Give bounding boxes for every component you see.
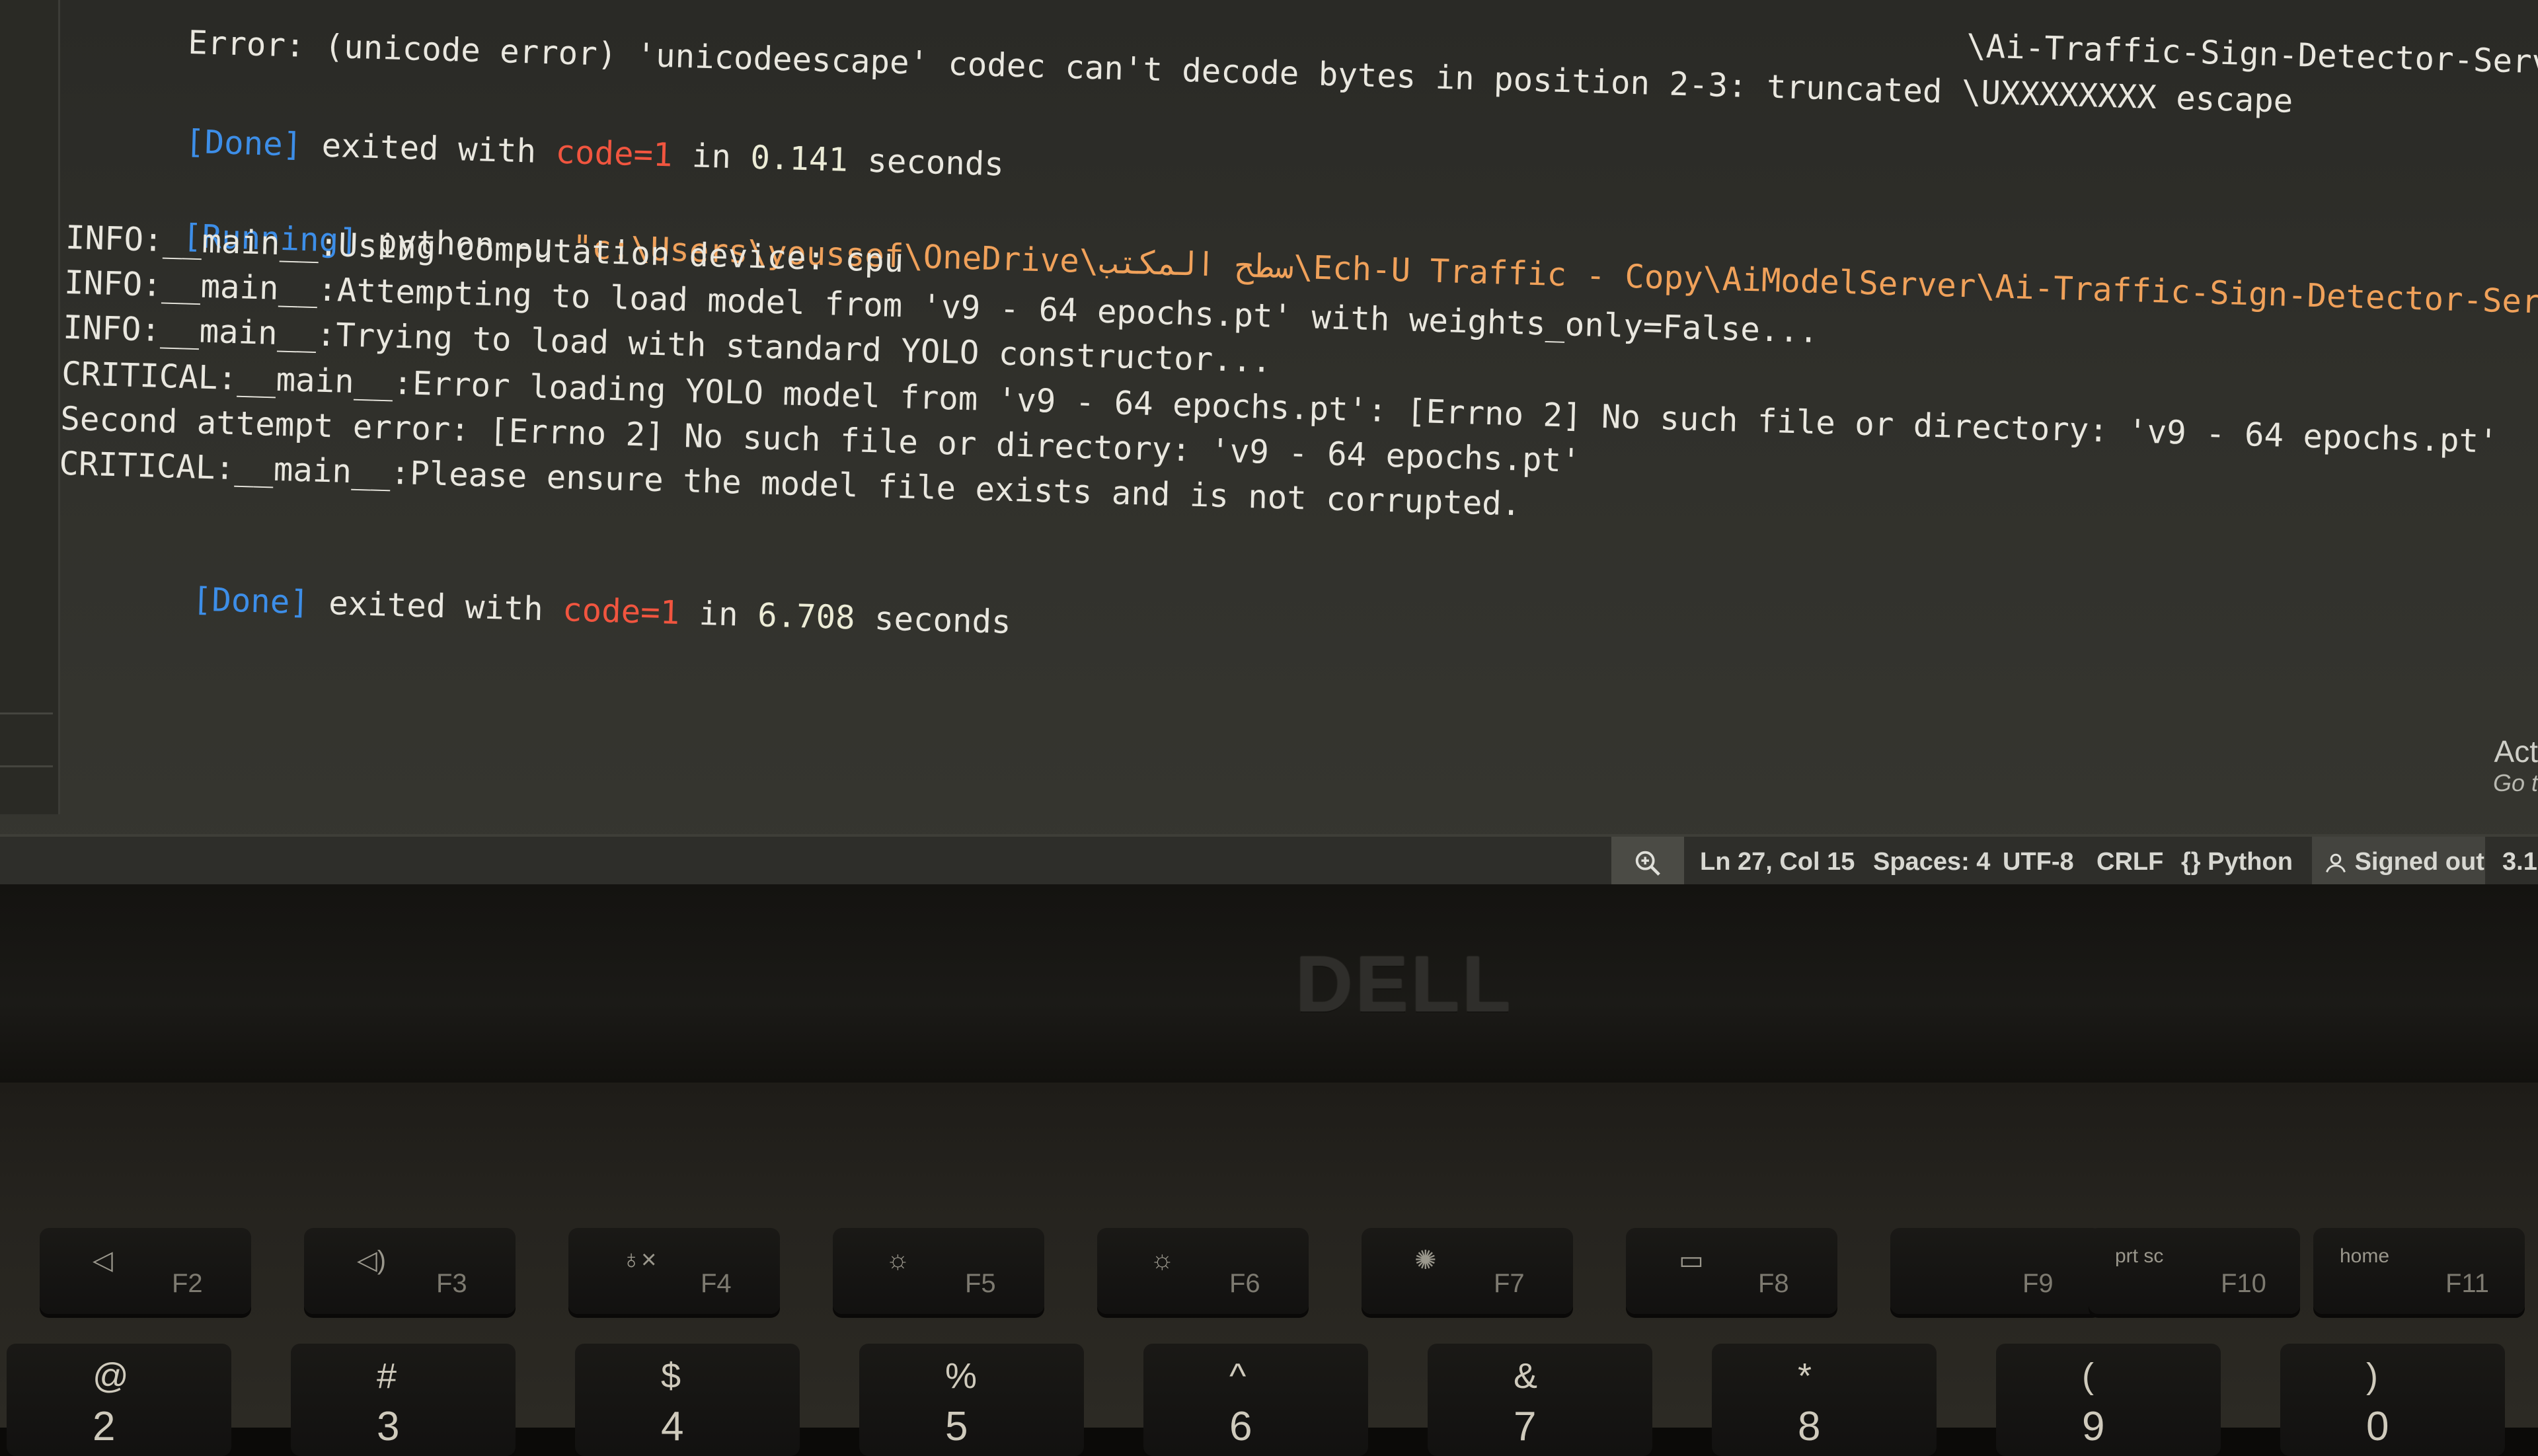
activity-gutter — [0, 0, 60, 814]
key-shift-label: ) — [2366, 1356, 2378, 1396]
key-label: F6 — [1229, 1269, 1260, 1298]
mic-mute-icon: ♁× — [621, 1245, 657, 1274]
gutter-divider — [0, 712, 53, 714]
key-f9[interactable]: F9 — [1890, 1228, 2102, 1314]
key-2[interactable]: @2 — [7, 1344, 231, 1456]
output-panel[interactable]: Error: (unicode error) 'unicodeescape' c… — [50, 0, 2538, 883]
key-shift-label: ^ — [1229, 1356, 1247, 1396]
key-f11[interactable]: home F11 — [2313, 1228, 2525, 1314]
key-shift-label: # — [377, 1356, 397, 1396]
laptop-bezel — [0, 884, 2538, 1083]
key-shift-label: ( — [2082, 1356, 2094, 1396]
key-f7[interactable]: ✺ F7 — [1362, 1228, 1573, 1314]
duration: 6.708 — [757, 596, 856, 637]
key-8[interactable]: * 8 — [1712, 1344, 1937, 1456]
line-ending[interactable]: CRLF — [2096, 837, 2163, 884]
key-label: 3 — [377, 1404, 400, 1449]
key-7[interactable]: & 7 — [1428, 1344, 1652, 1456]
key-f3[interactable]: ◁) F3 — [304, 1228, 516, 1314]
done-tag: [Done] — [184, 122, 303, 164]
done-text: exited with — [309, 584, 564, 629]
key-label: 2 — [93, 1404, 116, 1449]
key-label: 9 — [2082, 1404, 2105, 1449]
exit-code: code=1 — [562, 591, 680, 632]
encoding[interactable]: UTF-8 — [2003, 837, 2074, 884]
gutter-divider — [0, 765, 53, 767]
key-label: F7 — [1494, 1269, 1525, 1298]
key-label: F8 — [1758, 1269, 1789, 1298]
duration-unit: seconds — [847, 141, 1005, 184]
key-6[interactable]: ^ 6 — [1143, 1344, 1368, 1456]
zoom-in-icon — [1633, 848, 1663, 876]
key-f8[interactable]: ▭ F8 — [1626, 1228, 1837, 1314]
key-label: 6 — [1229, 1404, 1252, 1449]
key-f6[interactable]: ☼ F6 — [1097, 1228, 1309, 1314]
key-4[interactable]: $4 — [575, 1344, 800, 1456]
brightness-up-icon: ✺ — [1414, 1246, 1437, 1275]
account-icon — [2324, 848, 2355, 876]
key-shift-label: @ — [93, 1356, 129, 1396]
key-label: 8 — [1798, 1404, 1821, 1449]
key-label: 7 — [1514, 1404, 1537, 1449]
key-f10[interactable]: prt sc F10 — [2089, 1228, 2300, 1314]
key-3[interactable]: #3 — [291, 1344, 516, 1456]
key-0[interactable]: ) 0 — [2280, 1344, 2505, 1456]
account-label: Signed out — [2354, 848, 2484, 876]
watermark-title: Act — [2494, 734, 2538, 769]
duration-unit: seconds — [854, 599, 1012, 642]
editor-window: Error: (unicode error) 'unicodeescape' c… — [0, 0, 2538, 884]
display-icon: ▭ — [1679, 1246, 1704, 1275]
status-bar: Ln 27, Col 15 Spaces: 4 UTF-8 CRLF {} Py… — [0, 834, 2538, 884]
laptop-keyboard: ◁ F2 ◁) F3 ♁× F4 ☼ F5 ☼ F6 ✺ F7 ▭ F8 F9 prt sc F… — [0, 1083, 2538, 1456]
key-f5[interactable]: ☼ F5 — [833, 1228, 1044, 1314]
key-shift-label: & — [1514, 1356, 1538, 1396]
key-shift-label: $ — [661, 1356, 681, 1396]
error-path-text: \Ai-Traffic-Sign-Detector-Server\weights… — [1966, 27, 2538, 89]
key-5[interactable]: % 5 — [859, 1344, 1084, 1456]
key-f2[interactable]: ◁ F2 — [40, 1228, 251, 1314]
key-f4[interactable]: ♁× F4 — [568, 1228, 780, 1314]
done-tag: [Done] — [192, 580, 310, 622]
indentation[interactable]: Spaces: 4 — [1873, 837, 1990, 884]
done-text: exited with — [301, 126, 557, 171]
key-shift-label: * — [1798, 1356, 1812, 1396]
watermark-subtitle: Go t — [2492, 769, 2538, 796]
done-in: in — [672, 136, 751, 176]
zoom-button[interactable] — [1611, 837, 1684, 884]
key-shift-label: % — [945, 1356, 978, 1396]
python-version[interactable]: 3.1 — [2502, 837, 2537, 884]
key-label: 5 — [945, 1404, 968, 1449]
done-in: in — [679, 594, 758, 634]
key-label: 0 — [2366, 1404, 2389, 1449]
language-mode[interactable]: {} Python — [2181, 837, 2293, 884]
done-line-2: [Done] exited with code=1 in 6.708 secon… — [73, 537, 1013, 682]
key-label: F9 — [2022, 1269, 2054, 1298]
key-label: F10 — [2221, 1269, 2266, 1298]
language-label: Python — [2208, 848, 2293, 876]
key-label: 4 — [661, 1404, 684, 1449]
key-sublabel: home — [2340, 1245, 2390, 1267]
key-label: F5 — [965, 1269, 996, 1298]
exit-code: code=1 — [555, 133, 673, 174]
cursor-position[interactable]: Ln 27, Col 15 — [1700, 837, 1855, 884]
volume-down-icon: ◁ — [93, 1246, 113, 1275]
duration: 0.141 — [750, 138, 849, 179]
activate-windows-watermark: Act Go t — [2493, 734, 2538, 797]
key-label: F3 — [436, 1269, 467, 1298]
brightness-down-icon: ☼ — [886, 1245, 910, 1274]
key-sublabel: prt sc — [2115, 1245, 2164, 1267]
key-label: F11 — [2445, 1269, 2489, 1298]
key-label: F4 — [701, 1269, 732, 1298]
volume-up-icon: ◁) — [357, 1246, 387, 1275]
braces-icon: {} — [2181, 848, 2201, 876]
brand-logo: DELL — [1295, 940, 1514, 1028]
brightness-icon: ☼ — [1150, 1245, 1174, 1274]
key-label: F2 — [172, 1269, 203, 1298]
key-9[interactable]: (9 — [1996, 1344, 2221, 1456]
account-status[interactable]: Signed out — [2312, 837, 2485, 884]
